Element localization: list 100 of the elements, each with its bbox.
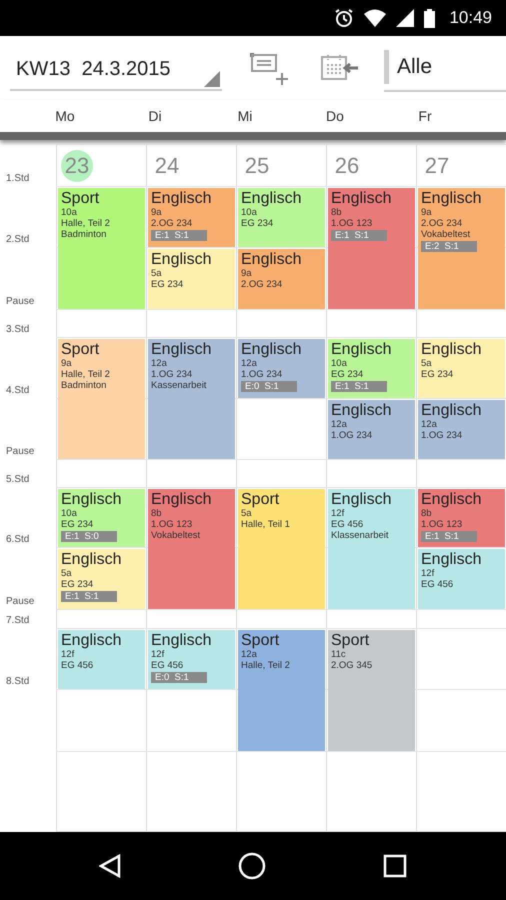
grade-badge: E:1 S:1 xyxy=(421,531,477,542)
period-label: 8.Std xyxy=(5,676,30,689)
lesson-detail: 10a xyxy=(241,207,257,218)
lesson-card[interactable]: Englisch 5a EG 234 xyxy=(418,339,505,398)
lesson-detail: Vokabeltest xyxy=(421,229,470,240)
home-icon[interactable] xyxy=(238,852,266,880)
weekday-label: Fr xyxy=(417,108,433,124)
lesson-card[interactable]: Englisch 9a 2.OG 234 E:1 S:1 xyxy=(148,188,235,247)
lesson-detail: Halle, Teil 2 xyxy=(61,369,110,380)
lesson-card[interactable]: Englisch 9a 2.OG 234 Vokabeltest E:2 S:1 xyxy=(418,188,505,309)
lesson-detail: Halle, Teil 2 xyxy=(241,660,290,671)
lesson-card[interactable]: Englisch 9a 2.OG 234 xyxy=(238,249,325,309)
lesson-card[interactable]: Englisch 12f EG 456 E:0 S:1 xyxy=(148,630,235,689)
grade-badge: E:1 S:1 xyxy=(331,230,387,241)
lesson-card[interactable]: Sport 9a Halle, Teil 2 Badminton xyxy=(58,339,145,459)
date-label: 24 xyxy=(154,152,180,180)
subject-name: Sport xyxy=(241,491,280,508)
period-label: Pause xyxy=(5,446,36,459)
subject-name: Englisch xyxy=(331,341,392,358)
today-date: 23 xyxy=(61,150,93,182)
period-label: 1.Std xyxy=(5,173,30,186)
lesson-card[interactable]: Englisch 5a EG 234 xyxy=(148,249,235,309)
subject-name: Englisch xyxy=(61,491,122,508)
period-label: Pause xyxy=(5,596,36,609)
battery-icon xyxy=(424,8,436,28)
subject-name: Englisch xyxy=(241,341,302,358)
subject-name: Sport xyxy=(61,341,100,358)
clock-time: 10:49 xyxy=(449,8,492,28)
lesson-detail: EG 456 xyxy=(61,660,94,671)
lesson-detail: 1.OG 123 xyxy=(331,218,372,229)
lesson-detail: 2.OG 345 xyxy=(331,660,372,671)
back-icon[interactable] xyxy=(98,854,121,878)
lesson-detail: Badminton xyxy=(61,380,106,391)
subject-name: Englisch xyxy=(151,341,212,358)
period-label: 7.Std xyxy=(5,615,30,628)
lesson-detail: 9a xyxy=(61,358,72,369)
subject-name: Englisch xyxy=(241,251,302,268)
lesson-card[interactable]: Sport 12a Halle, Teil 2 xyxy=(238,630,325,751)
lesson-detail: 1.OG 234 xyxy=(241,369,282,380)
lesson-detail: 12a xyxy=(421,419,437,430)
subject-name: Sport xyxy=(61,190,100,207)
lesson-detail: EG 234 xyxy=(151,279,184,290)
subject-name: Englisch xyxy=(421,341,482,358)
lesson-card[interactable]: Englisch 12f EG 456 xyxy=(418,549,505,609)
lesson-detail: 1.OG 234 xyxy=(331,430,372,441)
lesson-detail: 8b xyxy=(331,207,342,218)
week-dropdown[interactable]: KW13 24.3.2015 xyxy=(10,45,222,91)
lesson-card[interactable]: Englisch 8b 1.OG 123 E:1 S:1 xyxy=(418,489,505,547)
lesson-detail: EG 456 xyxy=(331,519,364,530)
lesson-detail: EG 456 xyxy=(151,660,184,671)
filter-dropdown[interactable]: Alle xyxy=(397,55,432,79)
grade-badge: E:1 S:0 xyxy=(61,531,117,542)
lesson-detail: 12f xyxy=(331,508,344,519)
subject-name: Englisch xyxy=(61,632,122,649)
lesson-card[interactable]: Englisch 8b 1.OG 123 E:1 S:1 xyxy=(328,188,415,309)
lesson-detail: 2.OG 234 xyxy=(421,218,462,229)
date-label: 27 xyxy=(424,152,450,180)
recent-apps-icon[interactable] xyxy=(383,854,408,878)
lesson-detail: 10a xyxy=(61,508,77,519)
lesson-card[interactable]: Englisch 12a 1.OG 234 xyxy=(328,400,415,459)
lesson-card[interactable]: Sport 10a Halle, Teil 2 Badminton xyxy=(58,188,145,309)
lesson-detail: Halle, Teil 2 xyxy=(61,218,110,229)
lesson-card[interactable]: Englisch 8b 1.OG 123 Vokabeltest xyxy=(148,489,235,609)
lesson-card[interactable]: Englisch 12a 1.OG 234 Kassenarbeit xyxy=(148,339,235,459)
lesson-detail: 5a xyxy=(241,508,252,519)
lesson-detail: 9a xyxy=(241,268,252,279)
lesson-detail: Kassenarbeit xyxy=(151,380,206,391)
subject-name: Sport xyxy=(331,632,370,649)
lesson-detail: 10a xyxy=(61,207,77,218)
subject-name: Englisch xyxy=(61,551,122,568)
lesson-detail: 9a xyxy=(421,207,432,218)
lesson-detail: 12f xyxy=(61,649,74,660)
subject-name: Sport xyxy=(241,632,280,649)
lesson-detail: EG 234 xyxy=(241,218,274,229)
lesson-detail: 12f xyxy=(421,568,434,579)
lesson-detail: 1.OG 234 xyxy=(151,369,192,380)
period-label: 4.Std xyxy=(5,385,30,398)
lesson-card[interactable]: Englisch 10a EG 234 xyxy=(238,188,325,247)
subject-name: Englisch xyxy=(151,190,212,207)
lesson-detail: 5a xyxy=(61,568,72,579)
lesson-detail: 12a xyxy=(331,419,347,430)
period-label: Pause xyxy=(5,296,36,309)
lesson-detail: EG 234 xyxy=(61,579,94,590)
lesson-card[interactable]: Sport 11c 2.OG 345 xyxy=(328,630,415,751)
lesson-card[interactable]: Englisch 10a EG 234 E:1 S:0 xyxy=(58,489,145,547)
period-label: 2.Std xyxy=(5,234,30,247)
lesson-card[interactable]: Englisch 12a 1.OG 234 xyxy=(418,400,505,459)
lesson-card[interactable]: Englisch 12a 1.OG 234 E:0 S:1 xyxy=(238,339,325,398)
grade-badge: E:0 S:1 xyxy=(151,672,207,683)
grade-badge: E:1 S:1 xyxy=(151,230,207,241)
grade-badge: E:1 S:1 xyxy=(61,591,117,602)
lesson-detail: 1.OG 234 xyxy=(421,430,462,441)
weekday-label: Di xyxy=(147,108,163,124)
lesson-card[interactable]: Englisch 12f EG 456 xyxy=(58,630,145,689)
lesson-card[interactable]: Englisch 12f EG 456 Klassenarbeit xyxy=(328,489,415,609)
lesson-card[interactable]: Englisch 5a EG 234 E:1 S:1 xyxy=(58,549,145,609)
lesson-card[interactable]: Englisch 10a EG 234 E:1 S:1 xyxy=(328,339,415,398)
lesson-card[interactable]: Sport 5a Halle, Teil 1 xyxy=(238,489,325,609)
subject-name: Englisch xyxy=(421,402,482,419)
period-label: 3.Std xyxy=(5,324,30,337)
